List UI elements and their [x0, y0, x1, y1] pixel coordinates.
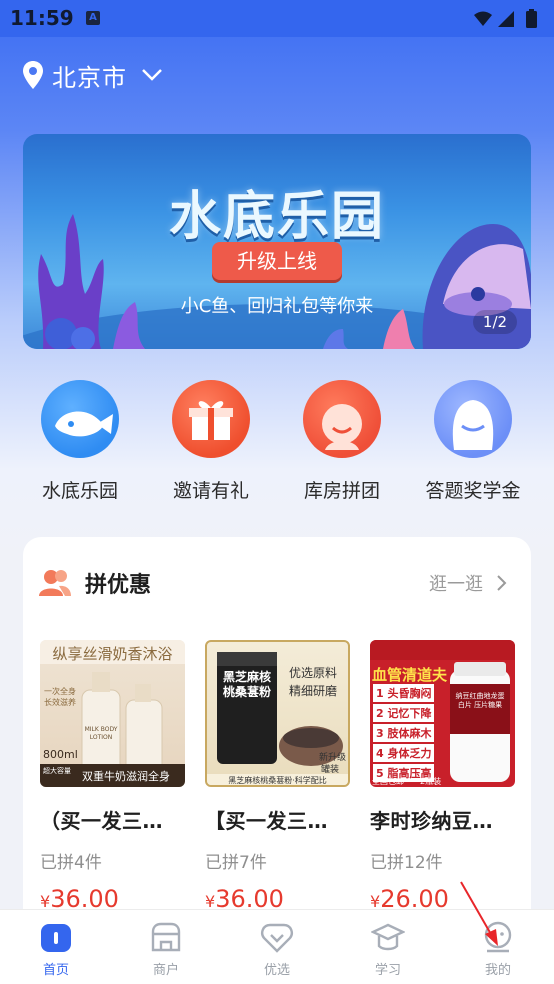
image-bottle-label: 纳豆红曲地龙蛋白片 压片糖果 — [455, 692, 505, 709]
product-image-sesame-powder: 黑芝麻核桃桑葚粉 优选原料 精细研磨 新升级 罐装 黑芝麻核桃桑葚粉·科学配比 — [205, 640, 350, 787]
status-time: 11:59 — [10, 6, 74, 30]
product-card[interactable]: 血管清道夫 1 头昏胸闷 2 记忆下降 3 肢体麻木 4 身体乏力 5 脂高压高… — [370, 640, 515, 913]
wifi-icon — [474, 11, 492, 26]
product-sold-count: 已拼7件 — [205, 853, 267, 873]
banner-pager: 1/2 — [473, 310, 517, 334]
status-icons — [474, 9, 537, 28]
heart-tag-icon — [260, 920, 294, 954]
city-name: 北京市 — [52, 63, 127, 92]
product-card[interactable]: 黑芝麻核桃桑葚粉 优选原料 精细研磨 新升级 罐装 黑芝麻核桃桑葚粉·科学配比 … — [205, 640, 350, 913]
signal-icon — [498, 11, 514, 27]
image-foot-2: 2瓶装 — [420, 777, 442, 786]
image-volume-note: 超大容量 — [43, 767, 71, 775]
card-title: 拼优惠 — [85, 573, 152, 598]
banner-title: 水底乐园 — [168, 187, 385, 247]
quick-entry-quiz-scholarship[interactable]: 答题奖学金 — [408, 380, 538, 503]
quick-entry-underwater-park[interactable]: 水底乐园 — [15, 380, 145, 503]
profile-icon — [481, 920, 515, 954]
image-bottle-label: MILK BODY LOTION — [84, 726, 118, 741]
graduation-cap-icon — [370, 920, 406, 954]
tab-label: 商户 — [152, 963, 179, 978]
tab-merchant[interactable]: 商户 — [126, 920, 206, 978]
tab-mine[interactable]: 我的 — [458, 920, 538, 978]
location-selector[interactable]: 北京市 — [22, 58, 163, 92]
product-name: （买一发三… — [40, 809, 163, 833]
quick-entry-invite[interactable]: 邀请有礼 — [146, 380, 276, 503]
image-slogan-text: 一次全身 长效滋养 — [44, 687, 76, 707]
tab-label: 我的 — [484, 963, 511, 978]
chevron-down-icon — [142, 69, 162, 81]
product-name: 李时珍纳豆… — [370, 809, 493, 833]
battery-icon — [526, 11, 537, 28]
chevron-right-icon — [497, 575, 507, 591]
group-users-icon — [39, 570, 71, 596]
banner-tag: 升级上线 — [212, 242, 342, 280]
quick-entry-warehouse-group[interactable]: 库房拼团 — [277, 380, 407, 503]
tab-label: 学习 — [374, 963, 401, 978]
banner-subtitle: 小C鱼、回归礼包等你来 — [180, 296, 374, 317]
tab-label: 首页 — [42, 963, 69, 978]
quick-entry-grid: 水底乐园 邀请有礼 库房拼团 答题奖学金 — [0, 380, 554, 510]
product-image-milk-lotion: 纵享丝滑奶香沐浴 一次全身 长效滋养 MILK BODY LOTION 800m… — [40, 640, 185, 787]
image-volume-text: 800ml — [43, 748, 78, 761]
notification-icon: A — [86, 11, 100, 25]
home-icon — [39, 920, 73, 954]
quick-entry-label: 邀请有礼 — [172, 480, 249, 502]
quick-entry-label: 水底乐园 — [41, 480, 118, 502]
mascot-icon — [434, 380, 512, 458]
store-icon — [149, 920, 183, 954]
product-card[interactable]: 纵享丝滑奶香沐浴 一次全身 长效滋养 MILK BODY LOTION 800m… — [40, 640, 185, 913]
image-point-4: 4 身体乏力 — [373, 744, 435, 762]
image-jar-text: 黑芝麻核桃桑葚粉 — [222, 670, 271, 699]
image-note-1: 优选原料 — [289, 666, 338, 680]
browse-more-label: 逛一逛 — [429, 574, 483, 595]
promo-banner[interactable]: 水底乐园 升级上线 小C鱼、回归礼包等你来 1/2 — [23, 134, 531, 349]
tab-study[interactable]: 学习 — [348, 920, 428, 978]
product-name: 【买一发三… — [205, 809, 328, 833]
tab-featured[interactable]: 优选 — [237, 920, 317, 978]
image-headline: 血管清道夫 — [372, 666, 448, 684]
image-caption: 黑芝麻核桃桑葚粉·科学配比 — [228, 776, 327, 785]
image-badge-2: 罐装 — [321, 765, 340, 775]
image-point-3: 3 肢体麻木 — [373, 724, 435, 742]
image-note-2: 精细研磨 — [289, 684, 338, 698]
group-deal-card: 拼优惠 逛一逛 纵享丝滑奶香沐浴 一次全身 长效滋养 MILK BODY LOT… — [23, 537, 531, 957]
bottom-tab-bar: 首页 商户 优选 学习 我的 — [0, 909, 554, 984]
status-bar: 11:59 A — [0, 0, 554, 37]
image-banner-text: 纵享丝滑奶香沐浴 — [52, 645, 173, 663]
product-sold-count: 已拼12件 — [370, 853, 443, 873]
image-caption: 双重牛奶滋润全身 — [82, 770, 170, 783]
card-header: 拼优惠 — [39, 567, 151, 599]
quick-entry-label: 答题奖学金 — [425, 480, 521, 502]
product-image-natto-tablet: 血管清道夫 1 头昏胸闷 2 记忆下降 3 肢体麻木 4 身体乏力 5 脂高压高… — [370, 640, 515, 787]
tab-label: 优选 — [263, 963, 290, 978]
tab-home[interactable]: 首页 — [16, 920, 96, 978]
fish-icon — [41, 380, 119, 458]
image-foot-1: 全国包邮 — [372, 777, 404, 786]
quick-entry-label: 库房拼团 — [303, 480, 380, 502]
image-point-2: 2 记忆下降 — [373, 704, 435, 722]
smile-face-icon — [303, 380, 381, 458]
location-pin-icon — [23, 61, 43, 89]
product-sold-count: 已拼4件 — [40, 853, 102, 873]
image-point-1: 1 头昏胸闷 — [373, 684, 435, 702]
gift-icon — [172, 380, 250, 458]
browse-more-link[interactable]: 逛一逛 — [429, 570, 509, 596]
